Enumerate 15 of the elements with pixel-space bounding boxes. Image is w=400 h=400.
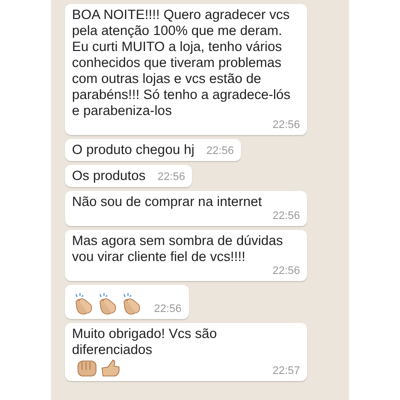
message-time: 22:56	[156, 171, 186, 184]
message-text: Os produtos	[72, 168, 146, 184]
message-time: 22:56	[271, 265, 300, 278]
message-text: Não sou de comprar na internet	[72, 194, 262, 210]
message-text: BOA NOITE!!!! Quero agradecer vcs pela atenção 100% que me deram. Eu curti MUITO a loja, tenho vários conhecidos que tiveram problemas com outras lojas e vcs estão de parabéns!!! Só tenho a agradece-lós e parabeniza-los	[72, 7, 292, 119]
message-time: 22:57	[271, 365, 300, 378]
message-text: Muito obrigado! Vcs são diferenciados	[72, 326, 218, 358]
message-time: 22:56	[271, 119, 300, 132]
message-time: 22:56	[153, 303, 182, 316]
message-text: O produto chegou hj	[72, 142, 194, 158]
message-time: 22:56	[271, 210, 300, 223]
message-time: 22:56	[205, 145, 234, 158]
message-text: Mas agora sem sombra de dúvidas vou virar cliente fiel de vcs!!!!	[72, 233, 284, 265]
thumbs-up-icon	[99, 358, 121, 378]
fist-icon	[76, 358, 98, 378]
